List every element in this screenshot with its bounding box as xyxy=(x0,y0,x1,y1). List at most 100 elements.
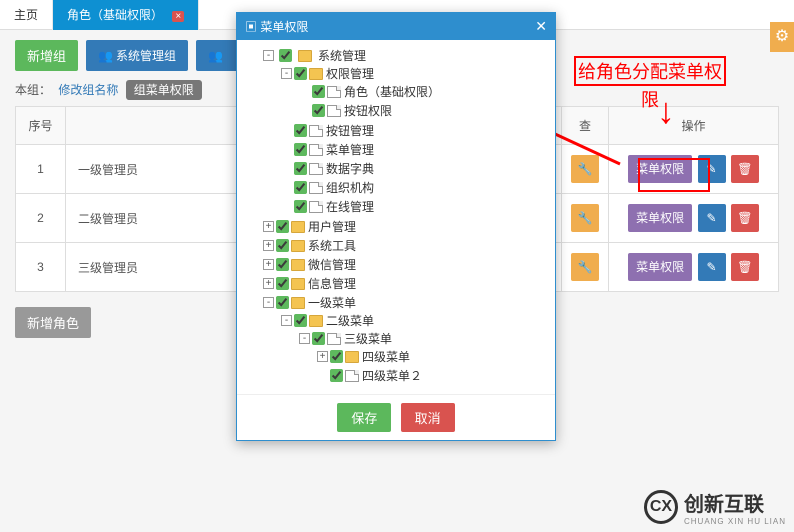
file-icon xyxy=(327,333,341,345)
tree-label[interactable]: 四级菜单２ xyxy=(362,369,422,383)
edit-button[interactable]: ✎ xyxy=(698,204,726,232)
folder-icon xyxy=(309,68,323,80)
logo-mark: CX xyxy=(644,490,678,524)
tree-checkbox[interactable] xyxy=(330,369,343,382)
folder-icon xyxy=(309,315,323,327)
tree-label[interactable]: 二级菜单 xyxy=(326,314,374,328)
folder-icon xyxy=(291,297,305,309)
annotation-highlight-box xyxy=(638,158,710,192)
tree-label[interactable]: 按钮权限 xyxy=(344,104,392,118)
new-group-button[interactable]: 新增组 xyxy=(15,40,78,71)
file-icon xyxy=(327,86,341,98)
tree-checkbox[interactable] xyxy=(276,296,289,309)
tree-checkbox[interactable] xyxy=(276,239,289,252)
tree-checkbox[interactable] xyxy=(312,104,325,117)
cell-idx: 3 xyxy=(16,243,66,292)
delete-button[interactable]: 🗑 xyxy=(731,204,759,232)
tree-label[interactable]: 权限管理 xyxy=(326,67,374,81)
logo-text: 创新互联 xyxy=(684,494,764,516)
tree-checkbox[interactable] xyxy=(294,200,307,213)
tab-close-icon[interactable]: × xyxy=(172,11,184,22)
menu-perm-button[interactable]: 菜单权限 xyxy=(628,204,692,232)
file-icon xyxy=(309,182,323,194)
file-icon xyxy=(345,370,359,382)
th-op: 操作 xyxy=(609,107,779,145)
users-icon: 👥 xyxy=(208,49,223,63)
tree-checkbox[interactable] xyxy=(294,124,307,137)
modal-body[interactable]: - 系统管理 - 权限管理 角色（基础权限） 按钮权限 按钮管理 菜单管理 数据字… xyxy=(237,40,555,394)
edit-button[interactable]: ✎ xyxy=(698,253,726,281)
users-icon: 👥 xyxy=(98,49,113,63)
menu-perm-button[interactable]: 菜单权限 xyxy=(628,253,692,281)
tree-label[interactable]: 一级菜单 xyxy=(308,296,356,310)
tree-checkbox[interactable] xyxy=(294,162,307,175)
cell-idx: 2 xyxy=(16,194,66,243)
sys-group-button[interactable]: 👥系统管理组 xyxy=(86,40,188,71)
tree-label[interactable]: 数据字典 xyxy=(326,162,374,176)
tab-role-label: 角色（基础权限） xyxy=(67,8,163,22)
view-button[interactable]: 🔧 xyxy=(571,204,599,232)
rename-group-link[interactable]: 修改组名称 xyxy=(58,83,118,97)
settings-gear[interactable]: ⚙ xyxy=(770,22,794,52)
tree-label[interactable]: 用户管理 xyxy=(308,220,356,234)
tree-checkbox[interactable] xyxy=(276,277,289,290)
new-role-button[interactable]: 新增角色 xyxy=(15,307,91,338)
tree-label[interactable]: 微信管理 xyxy=(308,258,356,272)
view-button[interactable]: 🔧 xyxy=(571,253,599,281)
folder-icon xyxy=(291,240,305,252)
tree-toggle[interactable]: + xyxy=(263,221,274,232)
tree-checkbox[interactable] xyxy=(312,332,325,345)
modal-close-icon[interactable]: ✕ xyxy=(535,18,547,35)
tree-label[interactable]: 组织机构 xyxy=(326,181,374,195)
tree-node: - 系统管理 - 权限管理 角色（基础权限） 按钮权限 按钮管理 菜单管理 数据字… xyxy=(263,46,551,217)
folder-icon xyxy=(345,351,359,363)
tree-checkbox[interactable] xyxy=(294,314,307,327)
tab-home[interactable]: 主页 xyxy=(0,0,53,30)
tree-toggle[interactable]: - xyxy=(263,297,274,308)
tree-label[interactable]: 四级菜单 xyxy=(362,350,410,364)
cell-idx: 1 xyxy=(16,145,66,194)
tree-checkbox[interactable] xyxy=(312,85,325,98)
delete-button[interactable]: 🗑 xyxy=(731,155,759,183)
file-icon xyxy=(309,144,323,156)
tree-label[interactable]: 在线管理 xyxy=(326,200,374,214)
delete-button[interactable]: 🗑 xyxy=(731,253,759,281)
tree-label[interactable]: 按钮管理 xyxy=(326,124,374,138)
tree-label[interactable]: 角色（基础权限） xyxy=(344,85,440,99)
th-index: 序号 xyxy=(16,107,66,145)
folder-icon xyxy=(291,278,305,290)
folder-icon xyxy=(298,50,312,62)
tree-toggle[interactable]: - xyxy=(299,333,310,344)
annotation-arrow-down: ↓ xyxy=(657,90,675,132)
save-button[interactable]: 保存 xyxy=(337,403,391,432)
annotation-text-box: 给角色分配菜单权限 xyxy=(574,56,726,86)
tree-toggle[interactable]: + xyxy=(263,259,274,270)
tree-toggle[interactable]: - xyxy=(263,50,274,61)
tree-checkbox[interactable] xyxy=(294,67,307,80)
tree-toggle[interactable]: + xyxy=(263,278,274,289)
modal-footer: 保存 取消 xyxy=(237,394,555,440)
tree-label[interactable]: 系统工具 xyxy=(308,239,356,253)
cancel-button[interactable]: 取消 xyxy=(401,403,455,432)
tree-toggle[interactable]: - xyxy=(281,68,292,79)
tree-checkbox[interactable] xyxy=(294,143,307,156)
tree-checkbox[interactable] xyxy=(276,220,289,233)
tree-checkbox[interactable] xyxy=(294,181,307,194)
file-icon xyxy=(309,163,323,175)
tree-label[interactable]: 三级菜单 xyxy=(344,332,392,346)
file-icon xyxy=(327,105,341,117)
tree-label[interactable]: 菜单管理 xyxy=(326,143,374,157)
group-button-2[interactable]: 👥 xyxy=(196,40,238,71)
tree-checkbox[interactable] xyxy=(330,350,343,363)
tree-label[interactable]: 信息管理 xyxy=(308,277,356,291)
tree-toggle[interactable]: - xyxy=(281,315,292,326)
tree-label[interactable]: 系统管理 xyxy=(318,49,366,63)
group-menu-perm-badge[interactable]: 组菜单权限 xyxy=(126,80,202,100)
tree-toggle[interactable]: + xyxy=(317,351,328,362)
folder-icon xyxy=(291,259,305,271)
tree-checkbox[interactable] xyxy=(276,258,289,271)
tab-role[interactable]: 角色（基础权限） × xyxy=(53,0,199,30)
tree-checkbox[interactable] xyxy=(279,49,292,62)
view-button[interactable]: 🔧 xyxy=(571,155,599,183)
tree-toggle[interactable]: + xyxy=(263,240,274,251)
